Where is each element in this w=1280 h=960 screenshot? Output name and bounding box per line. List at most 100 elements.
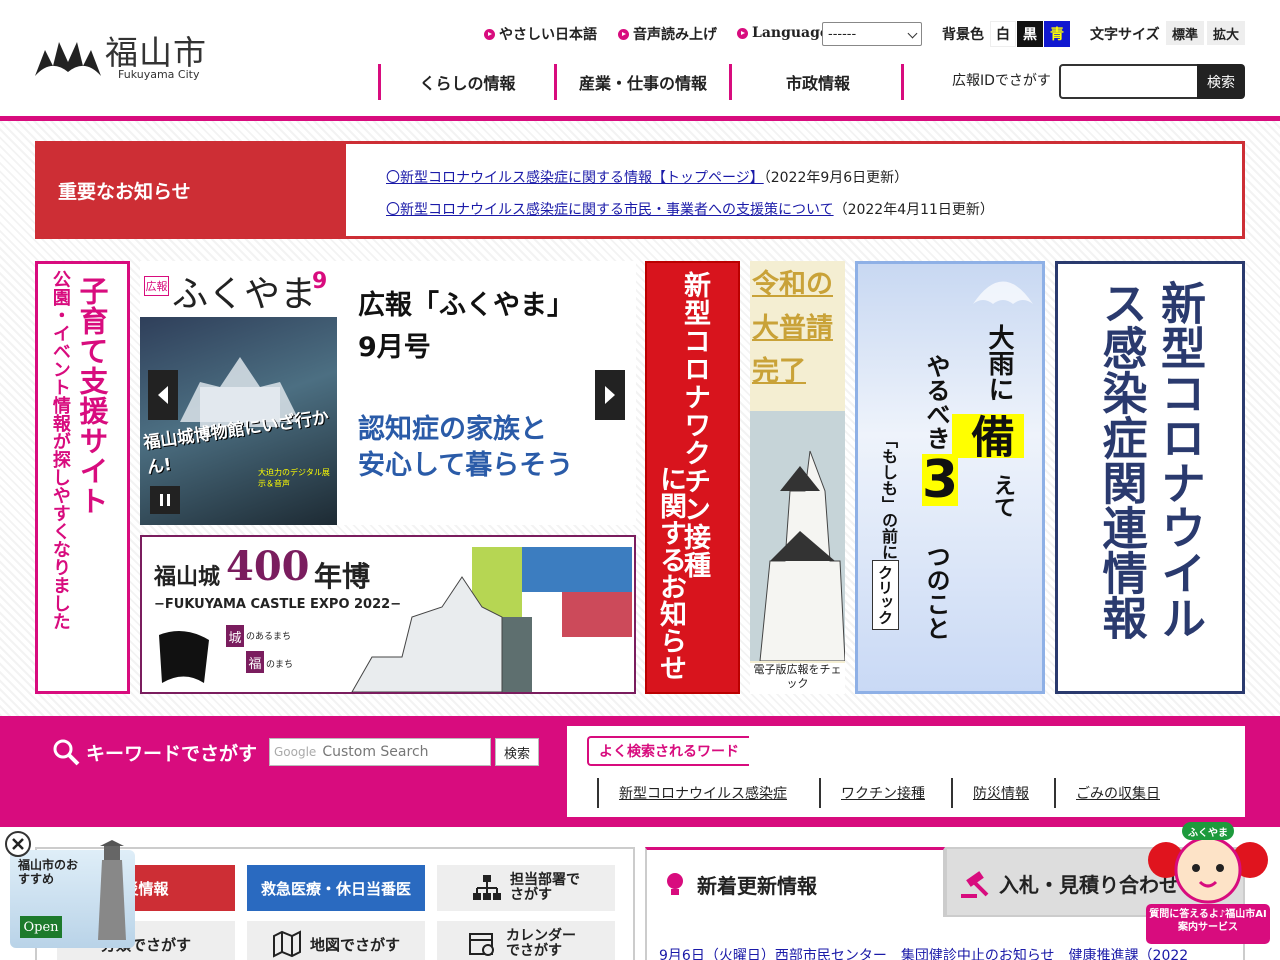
- keyword-search-button[interactable]: 検索: [495, 738, 539, 766]
- rain-text-6: つのこと: [922, 544, 950, 640]
- text-to-speech-link[interactable]: 音声読み上げ: [618, 24, 717, 44]
- childcare-banner[interactable]: 子育て支援サイト 公園・イベント情報が探しやすくなりました: [35, 261, 130, 694]
- reiwa-subtitle: 電子版広報をチェック: [750, 663, 845, 694]
- lightbulb-icon: [667, 873, 683, 895]
- rec-open-button[interactable]: Open: [20, 916, 62, 938]
- frequent-words-title: よく検索されるワード: [587, 736, 749, 766]
- language-select[interactable]: ------: [822, 22, 922, 46]
- slider-prev-button[interactable]: [148, 370, 178, 420]
- city-logo-icon[interactable]: [35, 36, 101, 78]
- easy-japanese-link[interactable]: やさしい日本語: [484, 24, 597, 44]
- map-search-tile[interactable]: 地図でさがす: [247, 921, 425, 960]
- slider-next-button[interactable]: [595, 370, 625, 420]
- notice-item: 〇新型コロナウイルス感染症に関する情報【トップページ】（2022年9月6日更新）: [386, 170, 909, 186]
- chevron-left-icon: [158, 386, 168, 404]
- rain-text-5: 3: [922, 450, 959, 510]
- kouhou-issue: 9月号: [358, 332, 431, 363]
- map-icon: [272, 930, 301, 958]
- news-tab-title[interactable]: 新着更新情報: [697, 870, 817, 899]
- google-mark: Google: [274, 745, 317, 759]
- site-logo-text[interactable]: 福山市: [105, 26, 207, 74]
- kouhou-month: 9: [312, 269, 328, 294]
- frequent-words-box: よく検索されるワード 新型コロナウイルス感染症 ワクチン接種 防災情報 ごみの収…: [567, 726, 1245, 817]
- rain-text-1: 大雨に: [984, 324, 1014, 402]
- arrow-circle-icon: [484, 28, 495, 40]
- rain-text-3: えて: [990, 474, 1015, 518]
- childcare-title: 子育て支援サイト: [75, 276, 109, 516]
- arrow-circle-icon: [618, 28, 629, 40]
- rain-text-2: 備: [952, 414, 1024, 458]
- expo-emblem-icon: [159, 631, 209, 683]
- frequent-word-link[interactable]: ごみの収集日: [1054, 778, 1160, 808]
- nav-living[interactable]: くらしの情報: [378, 64, 554, 100]
- news-item-link[interactable]: 9月6日（火曜日）西部市民センター 集団健診中止のお知らせ 健康推進課（2022: [659, 945, 1239, 960]
- id-search-input[interactable]: [1059, 64, 1199, 99]
- notice-item: 〇新型コロナウイルス感染症に関する市民・事業者への支援策について（2022年4月…: [386, 202, 994, 218]
- notice-title: 重要なお知らせ: [38, 144, 346, 236]
- notice-link[interactable]: 〇新型コロナウイルス感染症に関する情報【トップページ】: [386, 170, 764, 186]
- kouhou-badge: 広報: [144, 276, 169, 296]
- kouhou-logo: ふくやま: [172, 274, 317, 315]
- expo-tag-fuku-text: のまち: [266, 660, 294, 670]
- bg-color-label: 背景色: [942, 27, 984, 43]
- corona-info-banner[interactable]: 新型コロナウイルス感染症関連情報: [1055, 261, 1245, 694]
- bg-blue-button[interactable]: 青: [1044, 21, 1070, 47]
- vaccine-subtitle: に関するお知らせ: [655, 465, 686, 681]
- frequent-word-link[interactable]: 新型コロナウイルス感染症: [597, 778, 787, 808]
- chatbot-caption: 質問に答えるよ♪福山市AI案内サービス: [1146, 904, 1270, 944]
- font-size-large-button[interactable]: 拡大: [1207, 21, 1246, 45]
- castle-expo-banner[interactable]: 福山城 400 年博 −FUKUYAMA CASTLE EXPO 2022− 城…: [140, 535, 636, 694]
- lighthouse-icon: [98, 840, 126, 940]
- kouhou-title: 広報「ふくやま」: [358, 290, 574, 321]
- reiwa-banner[interactable]: 令和の大普請完了 電子版広報をチェック: [750, 261, 845, 694]
- reiwa-title: 令和の大普請完了: [752, 269, 833, 388]
- kouhou-slider[interactable]: 広報 ふくやま 9 福山城博物館にいざ行かん! 大迫力のデジタル展示＆音声 広報…: [140, 261, 636, 525]
- pause-icon: [160, 494, 170, 506]
- important-notice: 重要なお知らせ 〇新型コロナウイルス感染症に関する情報【トップページ】（2022…: [35, 141, 1245, 239]
- expo-tag-castle-text: のあるまち: [246, 632, 292, 642]
- expo-title-2: 400: [226, 543, 310, 590]
- chevron-right-icon: [605, 386, 615, 404]
- nav-city-admin[interactable]: 市政情報: [729, 64, 904, 100]
- chatbot-badge: ふくやま: [1188, 828, 1228, 839]
- keyword-search-label: キーワードでさがす: [52, 738, 257, 766]
- close-icon: [12, 838, 24, 850]
- kouhou-cover-small: 大迫力のデジタル展示＆音声: [258, 468, 330, 488]
- bg-black-button[interactable]: 黒: [1017, 21, 1043, 47]
- heavy-rain-banner[interactable]: 大雨に 備 えて やるべき 3 つのこと 「もしも」の前に クリック: [855, 261, 1045, 694]
- expo-tag-fuku: 福: [246, 651, 264, 673]
- calendar-search-icon: [469, 933, 494, 956]
- department-search-tile[interactable]: 担当部署でさがす: [437, 865, 615, 911]
- close-rec-button[interactable]: [5, 831, 31, 857]
- slider-pause-button[interactable]: [150, 486, 180, 514]
- nav-divider: [901, 64, 904, 100]
- language-label: Language: [737, 25, 829, 41]
- org-chart-icon: [473, 875, 501, 900]
- frequent-word-link[interactable]: ワクチン接種: [819, 778, 925, 808]
- id-search-button[interactable]: 検索: [1197, 64, 1245, 99]
- frequent-word-link[interactable]: 防災情報: [951, 778, 1029, 808]
- vaccine-banner[interactable]: 新型コロナワクチン接種 に関するお知らせ: [645, 261, 740, 694]
- id-search-label: 広報IDでさがす: [952, 73, 1051, 89]
- kouhou-feature-line1: 認知症の家族と: [358, 414, 547, 445]
- bg-white-button[interactable]: 白: [990, 21, 1016, 47]
- rain-text-7: 「もしも」の前に: [879, 432, 898, 560]
- nav-industry[interactable]: 産業・仕事の情報: [554, 64, 729, 100]
- font-size-standard-button[interactable]: 標準: [1166, 21, 1205, 45]
- notice-link[interactable]: 〇新型コロナウイルス感染症に関する市民・事業者への支援策について: [386, 202, 834, 218]
- calendar-search-tile[interactable]: カレンダーでさがす: [437, 921, 615, 960]
- emergency-medical-tile[interactable]: 救急医療・休日当番医: [247, 865, 425, 911]
- search-icon: [53, 739, 80, 766]
- kouhou-feature-line2: 安心して暮らそう: [358, 450, 574, 481]
- expo-title-1: 福山城: [154, 565, 221, 590]
- rain-text-4: やるべき: [922, 354, 950, 450]
- keyword-search-input[interactable]: Google Custom Search: [269, 738, 491, 766]
- font-size-label: 文字サイズ: [1090, 27, 1160, 43]
- expo-tag-castle: 城: [226, 625, 244, 647]
- rain-click-button[interactable]: クリック: [872, 560, 899, 630]
- site-logo-subtitle: Fukuyama City: [118, 68, 200, 81]
- recommendation-widget[interactable]: 福山市のおすすめ Open: [10, 840, 135, 948]
- ai-guide-chatbot[interactable]: ふくやま 質問に答えるよ♪福山市AI案内サービス: [1146, 820, 1270, 944]
- rec-title: 福山市のおすすめ: [18, 858, 79, 887]
- castle-photo: [750, 411, 845, 661]
